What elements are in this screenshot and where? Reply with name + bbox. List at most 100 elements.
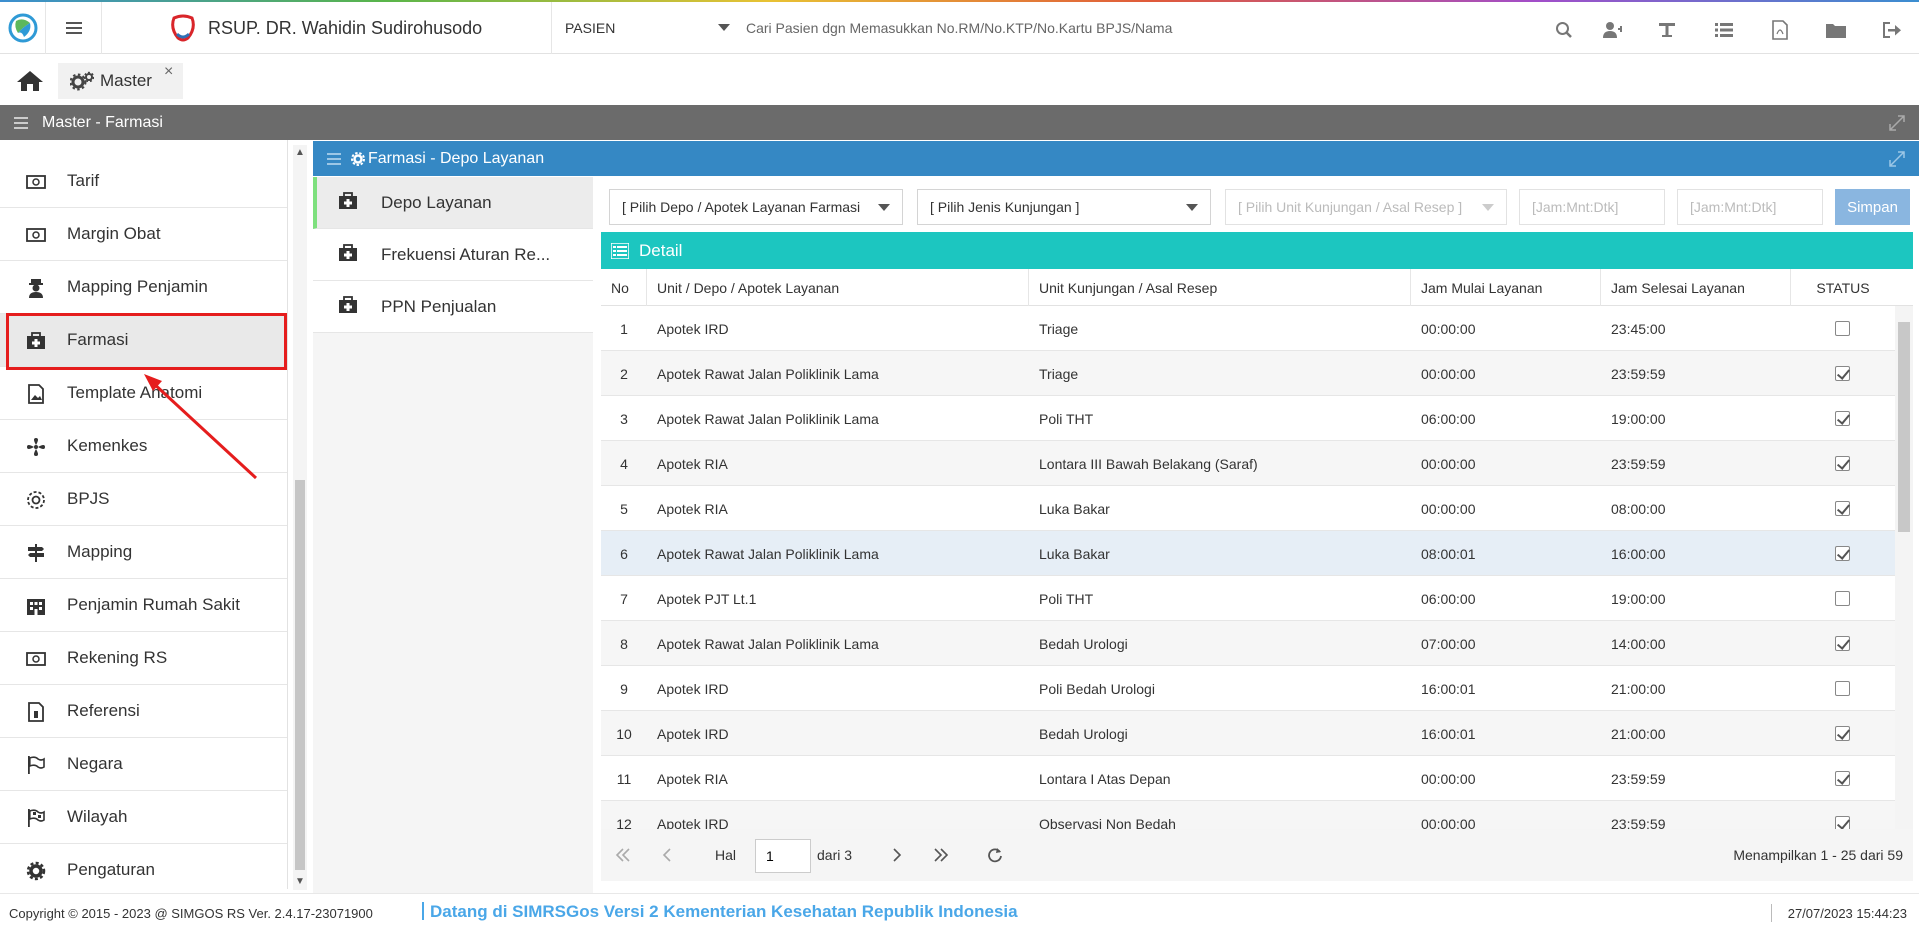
app-logo[interactable]	[0, 2, 46, 54]
scrollbar-thumb[interactable]	[295, 480, 305, 870]
sidebar-item-referensi[interactable]: Referensi	[0, 685, 287, 738]
table-row[interactable]: 9 Apotek IRD Poli Bedah Urologi 16:00:01 21:…	[601, 666, 1895, 711]
jam-selesai-input[interactable]: [Jam:Mnt:Dtk]	[1677, 189, 1823, 225]
add-user-icon[interactable]	[1602, 20, 1622, 40]
column-header-jam-mulai[interactable]: Jam Mulai Layanan	[1411, 269, 1601, 306]
hamburger-icon[interactable]	[327, 152, 341, 165]
expand-icon[interactable]	[1889, 115, 1905, 131]
text-icon[interactable]	[1657, 20, 1677, 40]
sidebar-item-mapping-penjamin[interactable]: Mapping Penjamin	[0, 261, 287, 314]
page-number-input[interactable]	[755, 839, 811, 873]
scroll-up-icon[interactable]: ▲	[295, 147, 305, 158]
table-row[interactable]: 2 Apotek Rawat Jalan Poliklinik Lama Triag…	[601, 351, 1895, 396]
sidebar-item-pengaturan[interactable]: Pengaturan	[0, 844, 287, 889]
jam-selesai-placeholder: [Jam:Mnt:Dtk]	[1690, 199, 1777, 215]
folder-icon[interactable]	[1826, 20, 1846, 40]
sidebar-item-penjamin-rumah-sakit[interactable]: Penjamin Rumah Sakit	[0, 579, 287, 632]
status-checkbox[interactable]	[1835, 366, 1850, 381]
cell-unit: Apotek RIA	[657, 770, 728, 787]
status-checkbox[interactable]	[1835, 726, 1850, 741]
depo-select[interactable]: [ Pilih Depo / Apotek Layanan Farmasi	[609, 189, 903, 225]
image-file-icon	[26, 384, 46, 404]
unit-kunjungan-select[interactable]: [ Pilih Unit Kunjungan / Asal Resep ]	[1225, 189, 1507, 225]
table-row[interactable]: 4 Apotek RIA Lontara III Bawah Belakang (S…	[601, 441, 1895, 486]
table-row[interactable]: 5 Apotek RIA Luka Bakar 00:00:00 08:00:00	[601, 486, 1895, 531]
status-checkbox[interactable]	[1835, 591, 1850, 606]
search-icon[interactable]	[1554, 20, 1574, 40]
patient-search-input[interactable]: Cari Pasien dgn Memasukkan No.RM/No.KTP/…	[746, 2, 1306, 54]
subnav-item-ppn-penjualan[interactable]: PPN Penjualan	[313, 281, 593, 333]
scrollbar-thumb[interactable]	[1898, 322, 1910, 532]
sidebar-item-mapping[interactable]: Mapping	[0, 526, 287, 579]
expand-icon[interactable]	[1889, 151, 1905, 167]
sidebar-scrollbar[interactable]: ▲ ▼	[293, 145, 307, 890]
prev-page-icon[interactable]	[657, 845, 677, 865]
column-header-unit[interactable]: Unit / Depo / Apotek Layanan	[647, 269, 1029, 306]
sidebar-item-kemenkes[interactable]: Kemenkes	[0, 420, 287, 473]
cell-unit: Apotek PJT Lt.1	[657, 590, 757, 607]
pdf-icon[interactable]	[1770, 20, 1790, 40]
cell-unit: Apotek Rawat Jalan Poliklinik Lama	[657, 545, 879, 562]
status-checkbox[interactable]	[1835, 321, 1850, 336]
list-icon[interactable]	[1714, 20, 1734, 40]
panel-title: Master - Farmasi	[42, 113, 163, 131]
subnav-item-frekuensi-aturan[interactable]: Frekuensi Aturan Re...	[313, 229, 593, 281]
sidebar-item-negara[interactable]: Negara	[0, 738, 287, 791]
cell-jam-selesai: 14:00:00	[1611, 635, 1666, 652]
grid-scrollbar[interactable]	[1895, 306, 1913, 829]
hamburger-icon[interactable]	[14, 116, 28, 129]
jam-mulai-placeholder: [Jam:Mnt:Dtk]	[1532, 199, 1619, 215]
signpost-icon	[26, 543, 46, 563]
status-checkbox[interactable]	[1835, 546, 1850, 561]
table-row[interactable]: 7 Apotek PJT Lt.1 Poli THT 06:00:00 19:00:00	[601, 576, 1895, 621]
cell-asal: Luka Bakar	[1039, 500, 1110, 517]
status-checkbox[interactable]	[1835, 411, 1850, 426]
column-header-jam-selesai[interactable]: Jam Selesai Layanan	[1601, 269, 1791, 306]
column-header-no[interactable]: No	[601, 269, 647, 306]
status-checkbox[interactable]	[1835, 816, 1850, 829]
status-checkbox[interactable]	[1835, 681, 1850, 696]
jam-mulai-input[interactable]: [Jam:Mnt:Dtk]	[1519, 189, 1665, 225]
logout-icon[interactable]	[1882, 20, 1902, 40]
menu-toggle-button[interactable]	[46, 2, 102, 54]
divider	[422, 902, 424, 920]
scroll-down-icon[interactable]: ▼	[295, 876, 305, 887]
sidebar-item-rekening-rs[interactable]: Rekening RS	[0, 632, 287, 685]
copyright-text: Copyright © 2015 - 2023 @ SIMGOS RS Ver.…	[9, 906, 373, 921]
table-row[interactable]: 3 Apotek Rawat Jalan Poliklinik Lama Poli …	[601, 396, 1895, 441]
column-header-status[interactable]: STATUS	[1791, 269, 1895, 306]
close-icon[interactable]: ×	[164, 63, 173, 81]
subnav-item-depo-layanan[interactable]: Depo Layanan	[313, 177, 593, 229]
table-row[interactable]: 11 Apotek RIA Lontara I Atas Depan 00:00:00…	[601, 756, 1895, 801]
status-checkbox[interactable]	[1835, 636, 1850, 651]
status-checkbox[interactable]	[1835, 456, 1850, 471]
sidebar-item-margin-obat[interactable]: Margin Obat	[0, 208, 287, 261]
table-row[interactable]: 1 Apotek IRD Triage 00:00:00 23:45:00	[601, 306, 1895, 351]
table-row[interactable]: 8 Apotek Rawat Jalan Poliklinik Lama Bedah…	[601, 621, 1895, 666]
last-page-icon[interactable]	[931, 845, 951, 865]
sidebar-item-bpjs[interactable]: BPJS	[0, 473, 287, 526]
status-checkbox[interactable]	[1835, 771, 1850, 786]
chevron-down-icon[interactable]	[718, 24, 730, 31]
building-icon	[26, 596, 46, 616]
status-checkbox[interactable]	[1835, 501, 1850, 516]
next-page-icon[interactable]	[887, 845, 907, 865]
cell-asal: Triage	[1039, 365, 1079, 382]
sidebar-item-template-anatomi[interactable]: Template Anatomi	[0, 367, 287, 420]
home-icon[interactable]	[16, 69, 46, 93]
sidebar-item-tarif[interactable]: Tarif	[0, 155, 287, 208]
sidebar-item-farmasi[interactable]: Farmasi	[0, 314, 287, 367]
life-ring-icon	[26, 490, 46, 510]
cell-jam-mulai: 16:00:01	[1421, 725, 1476, 742]
column-header-asal[interactable]: Unit Kunjungan / Asal Resep	[1029, 269, 1411, 306]
table-row[interactable]: 10 Apotek IRD Bedah Urologi 16:00:01 21:00:0…	[601, 711, 1895, 756]
cell-no: 7	[620, 590, 628, 607]
patient-type-select[interactable]: PASIEN	[552, 2, 738, 54]
refresh-icon[interactable]	[985, 845, 1005, 865]
first-page-icon[interactable]	[613, 845, 633, 865]
table-row[interactable]: 12 Apotek IRD Observasi Non Bedah 00:00:00 2…	[601, 801, 1895, 829]
sidebar-item-wilayah[interactable]: Wilayah	[0, 791, 287, 844]
jenis-kunjungan-select[interactable]: [ Pilih Jenis Kunjungan ]	[917, 189, 1211, 225]
simpan-button[interactable]: Simpan	[1835, 189, 1910, 225]
table-row[interactable]: 6 Apotek Rawat Jalan Poliklinik Lama Luka …	[601, 531, 1895, 576]
